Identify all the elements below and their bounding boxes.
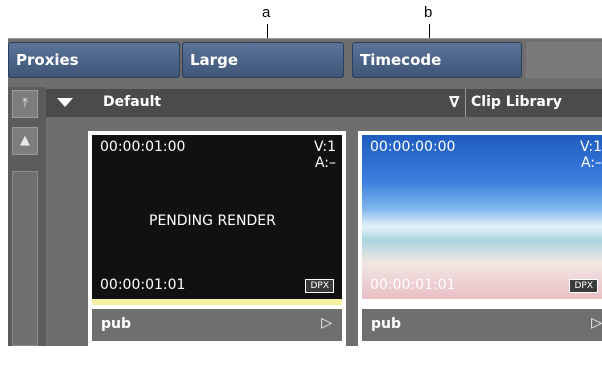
video-track: V:1 <box>579 139 602 155</box>
clip-footer: pub ▷ <box>362 309 602 341</box>
clip-name[interactable]: pub <box>371 316 401 332</box>
filter-bar: Default ∇ Clip Library <box>46 89 602 117</box>
thumbnail-size-button[interactable]: Large <box>182 42 344 78</box>
arrow-to-top-icon[interactable]: ⤒ <box>12 90 38 118</box>
dropdown-triangle-icon[interactable] <box>57 98 73 107</box>
overlay-info-label: Timecode <box>360 51 442 69</box>
clip-footer: pub ▷ <box>92 309 342 341</box>
timecode-out: 00:00:01:01 <box>100 277 186 293</box>
arrow-up-icon[interactable]: ▲ <box>12 127 38 155</box>
timecode-out: 00:00:01:01 <box>370 277 456 293</box>
overlay-info-button[interactable]: Timecode <box>352 42 522 78</box>
play-icon[interactable]: ▷ <box>591 315 602 331</box>
format-badge: DPX <box>569 279 598 293</box>
divider <box>465 89 466 117</box>
library-menu-icon[interactable]: ∇ <box>449 93 459 111</box>
timecode-in: 00:00:00:00 <box>370 139 456 155</box>
view-mode-button[interactable]: Proxies <box>8 42 180 78</box>
view-mode-label: Proxies <box>16 51 79 69</box>
clip-name[interactable]: pub <box>101 316 131 332</box>
clip-thumbnail[interactable]: 00:00:01:00 V:1 A:– PENDING RENDER 00:00… <box>92 135 342 299</box>
clip-card[interactable]: 00:00:00:00 V:1 A:– 00:00:01:01 DPX pub … <box>358 131 602 384</box>
toolbar-spacer <box>526 42 602 78</box>
clip-card[interactable]: 00:00:01:00 V:1 A:– PENDING RENDER 00:00… <box>88 131 346 384</box>
thumbnail-size-label: Large <box>190 51 238 69</box>
format-badge: DPX <box>305 279 334 293</box>
clip-library-label[interactable]: Clip Library <box>471 94 562 110</box>
scrollbar-track[interactable] <box>12 171 38 346</box>
timecode-in: 00:00:01:00 <box>100 139 186 155</box>
filter-name[interactable]: Default <box>103 94 161 110</box>
play-icon[interactable]: ▷ <box>321 315 332 331</box>
video-track: V:1 <box>313 139 336 155</box>
clip-thumbnail[interactable]: 00:00:00:00 V:1 A:– 00:00:01:01 DPX <box>362 135 602 299</box>
callout-b: b <box>424 4 433 21</box>
audio-track: A:– <box>314 155 336 171</box>
clip-library-panel: Proxies Large Timecode ⤒ ▲ Default ∇ Cli… <box>8 38 602 384</box>
render-status: PENDING RENDER <box>149 213 276 229</box>
left-rail: ⤒ ▲ <box>8 87 46 346</box>
callout-a: a <box>262 4 271 21</box>
pending-render-bar <box>92 299 342 305</box>
audio-track: A:– <box>580 155 602 171</box>
